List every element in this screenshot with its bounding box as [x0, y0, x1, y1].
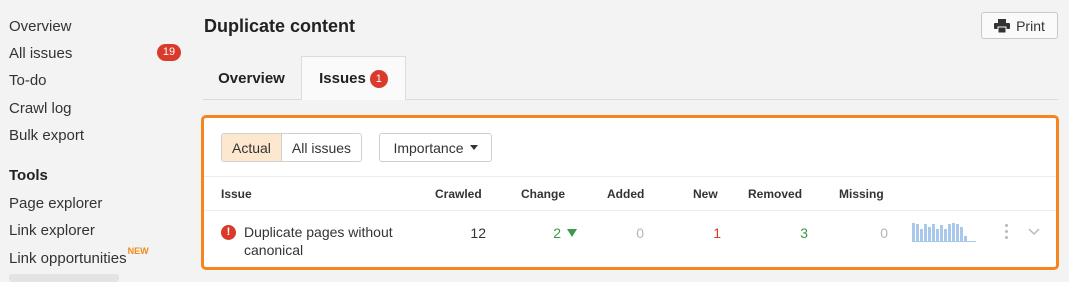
- change-number: 2: [553, 225, 561, 241]
- sidebar-item-crawl-log[interactable]: Crawl log: [9, 100, 72, 117]
- issues-panel: Actual All issues Importance Issue Crawl…: [201, 115, 1059, 270]
- tab-issues[interactable]: Issues 1: [301, 56, 406, 100]
- more-options-icon[interactable]: [1003, 224, 1009, 240]
- sidebar-item-link-opportunities[interactable]: Link opportunitiesNEW: [9, 246, 149, 267]
- error-icon: !: [221, 225, 236, 240]
- tools-heading: Tools: [9, 167, 48, 184]
- all-issues-toggle-button[interactable]: All issues: [281, 134, 362, 161]
- issues-count-badge: 1: [369, 69, 388, 88]
- sidebar-item-label: Link opportunities: [9, 250, 127, 267]
- removed-value[interactable]: 3: [788, 225, 808, 241]
- importance-label: Importance: [393, 139, 464, 156]
- printer-icon: [994, 18, 1011, 33]
- sidebar-item-bulk-export[interactable]: Bulk export: [9, 127, 84, 144]
- sidebar-item-all-issues[interactable]: All issues: [9, 45, 72, 62]
- print-button[interactable]: Print: [981, 12, 1058, 39]
- sidebar-item-page-explorer[interactable]: Page explorer: [9, 195, 102, 212]
- crawled-value[interactable]: 12: [456, 225, 486, 241]
- triangle-down-icon: [567, 229, 577, 237]
- tab-overview[interactable]: Overview: [203, 56, 300, 100]
- column-header-crawled[interactable]: Crawled: [435, 187, 482, 201]
- column-header-missing[interactable]: Missing: [839, 187, 884, 201]
- sidebar-next-item-faded: [9, 274, 119, 282]
- sidebar: Overview All issues 19 To-do Crawl log B…: [0, 0, 190, 282]
- new-value[interactable]: 1: [701, 225, 721, 241]
- column-header-change[interactable]: Change: [521, 187, 565, 201]
- trend-sparkline[interactable]: [912, 221, 976, 243]
- sidebar-item-link-explorer[interactable]: Link explorer: [9, 222, 95, 239]
- sidebar-item-to-do[interactable]: To-do: [9, 72, 47, 89]
- column-header-new[interactable]: New: [693, 187, 718, 201]
- caret-down-icon: [469, 145, 478, 150]
- added-value: 0: [636, 225, 644, 241]
- column-header-issue[interactable]: Issue: [221, 187, 252, 201]
- chevron-down-icon[interactable]: [1028, 228, 1040, 236]
- column-header-removed[interactable]: Removed: [748, 187, 802, 201]
- issue-name-link[interactable]: Duplicate pages without canonical: [244, 223, 444, 259]
- table-header-divider: [204, 210, 1056, 211]
- table-top-divider: [204, 176, 1056, 177]
- tab-label: Issues: [319, 70, 366, 87]
- new-tag: NEW: [127, 246, 149, 256]
- sidebar-item-overview[interactable]: Overview: [9, 18, 72, 35]
- actual-toggle-button[interactable]: Actual: [222, 134, 282, 161]
- tab-label: Overview: [218, 69, 285, 87]
- print-label: Print: [1016, 17, 1045, 34]
- importance-dropdown[interactable]: Importance: [379, 133, 492, 162]
- page-title: Duplicate content: [204, 16, 356, 36]
- view-toggle: Actual All issues: [221, 133, 363, 162]
- column-header-added[interactable]: Added: [607, 187, 644, 201]
- missing-value: 0: [880, 225, 888, 241]
- change-value: 2: [537, 225, 577, 241]
- all-issues-count-badge: 19: [157, 44, 181, 61]
